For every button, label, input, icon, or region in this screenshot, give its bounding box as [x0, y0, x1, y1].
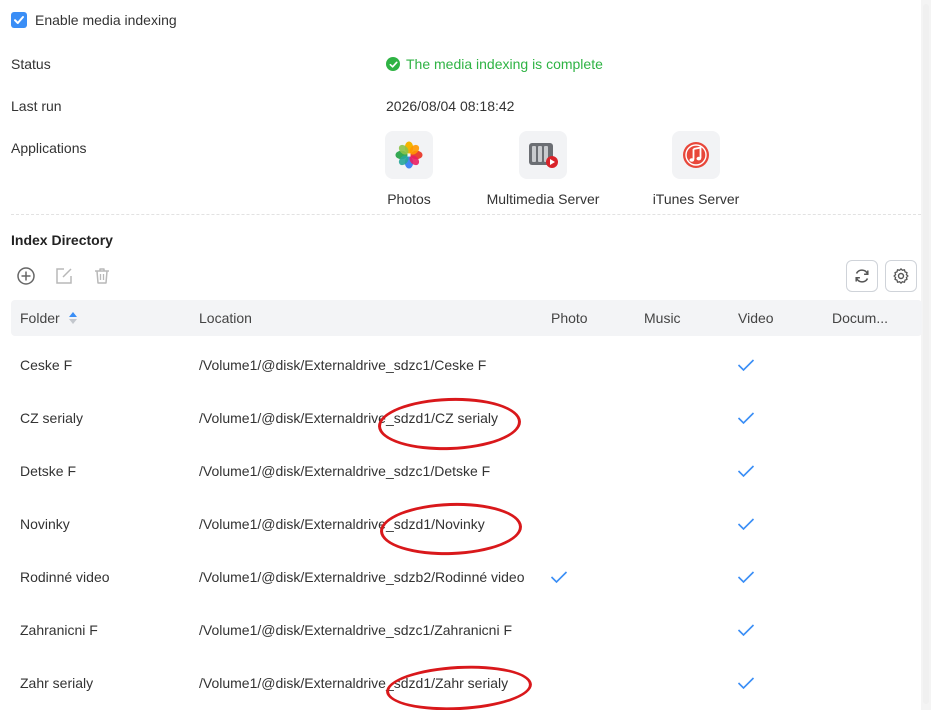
status-value: The media indexing is complete	[386, 56, 603, 72]
column-photo[interactable]: Photo	[551, 310, 588, 326]
video-check-icon	[737, 411, 755, 424]
video-check-icon	[737, 358, 755, 371]
index-directory-toolbar	[15, 265, 113, 287]
app-photos[interactable]: Photos	[339, 131, 479, 207]
column-documents[interactable]: Docum...	[832, 310, 888, 326]
check-circle-icon	[386, 57, 400, 71]
folder-cell: Detske F	[20, 462, 77, 479]
location-cell: /Volume1/@disk/Externaldrive_sdzd1/Novin…	[199, 515, 485, 532]
video-check-icon	[737, 570, 755, 583]
video-check-icon	[737, 517, 755, 530]
video-check-icon	[737, 464, 755, 477]
scrollbar-thumb[interactable]	[923, 4, 929, 704]
table-row[interactable]: Novinky /Volume1/@disk/Externaldrive_sdz…	[11, 497, 922, 550]
itunes-server-icon[interactable]	[672, 131, 720, 179]
table-row[interactable]: Detske F /Volume1/@disk/Externaldrive_sd…	[11, 444, 922, 497]
sort-icon	[68, 312, 77, 324]
status-text: The media indexing is complete	[406, 56, 603, 72]
folder-cell: Rodinné video	[20, 568, 110, 585]
refresh-icon	[855, 269, 869, 283]
folder-cell: Novinky	[20, 515, 70, 532]
status-label: Status	[11, 56, 51, 72]
table-row[interactable]: Ceske F /Volume1/@disk/Externaldrive_sdz…	[11, 338, 922, 391]
applications-label: Applications	[11, 140, 87, 156]
location-cell: /Volume1/@disk/Externaldrive_sdzc1/Detsk…	[199, 462, 491, 479]
settings-button[interactable]	[885, 260, 917, 292]
column-music[interactable]: Music	[644, 310, 681, 326]
table-row[interactable]: Zahr serialy /Volume1/@disk/Externaldriv…	[11, 656, 922, 709]
add-icon[interactable]	[15, 265, 37, 287]
edit-icon[interactable]	[53, 265, 75, 287]
folder-cell: Ceske F	[20, 356, 73, 373]
scrollbar[interactable]	[921, 0, 931, 710]
index-directory-title: Index Directory	[11, 232, 113, 248]
table-row[interactable]: Rodinné video /Volume1/@disk/Externaldri…	[11, 550, 922, 603]
video-check-icon	[737, 623, 755, 636]
app-photos-label: Photos	[387, 191, 431, 207]
location-cell: /Volume1/@disk/Externaldrive_sdzc1/Zahra…	[199, 621, 513, 638]
last-run-value: 2026/08/04 08:18:42	[386, 98, 515, 114]
location-cell: /Volume1/@disk/Externaldrive_sdzd1/Zahr …	[199, 674, 509, 691]
column-location[interactable]: Location	[199, 310, 252, 326]
gear-icon	[893, 268, 909, 284]
location-cell: /Volume1/@disk/Externaldrive_sdzb2/Rodin…	[199, 568, 525, 585]
index-directory-actions	[846, 260, 917, 292]
folder-cell: CZ serialy	[20, 409, 84, 426]
column-folder[interactable]: Folder	[20, 310, 78, 326]
table-header: Folder Location Photo Music Video Docum.…	[11, 300, 922, 336]
last-run-label: Last run	[11, 98, 62, 114]
app-itunes-server[interactable]: iTunes Server	[626, 131, 766, 207]
location-cell: /Volume1/@disk/Externaldrive_sdzc1/Ceske…	[199, 356, 487, 373]
column-video[interactable]: Video	[738, 310, 774, 326]
table-row[interactable]: CZ serialy /Volume1/@disk/Externaldrive_…	[11, 391, 922, 444]
photo-check-icon	[550, 570, 568, 583]
video-check-icon	[737, 676, 755, 689]
delete-icon[interactable]	[91, 265, 113, 287]
folder-cell: Zahranicni F	[20, 621, 98, 638]
photos-icon[interactable]	[385, 131, 433, 179]
enable-media-indexing-label: Enable media indexing	[35, 12, 177, 28]
refresh-button[interactable]	[846, 260, 878, 292]
enable-media-indexing[interactable]: Enable media indexing	[11, 12, 177, 28]
app-itunes-server-label: iTunes Server	[652, 191, 740, 207]
app-multimedia-server[interactable]: Multimedia Server	[473, 131, 613, 207]
app-multimedia-server-label: Multimedia Server	[486, 191, 600, 207]
section-divider	[11, 214, 921, 215]
column-folder-label: Folder	[20, 310, 60, 326]
table-row[interactable]: Zahranicni F /Volume1/@disk/Externaldriv…	[11, 603, 922, 656]
location-cell: /Volume1/@disk/Externaldrive_sdzd1/CZ se…	[199, 409, 499, 426]
enable-media-indexing-checkbox[interactable]	[11, 12, 27, 28]
folder-cell: Zahr serialy	[20, 674, 94, 691]
multimedia-server-icon[interactable]	[519, 131, 567, 179]
